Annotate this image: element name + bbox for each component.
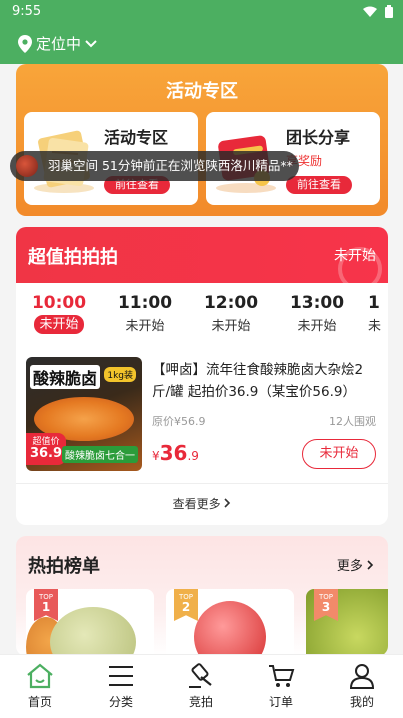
- product-name[interactable]: 【呷卤】流年往食酸辣脆卤大杂烩2斤/罐 起拍价36.9（某宝价56.9）: [152, 359, 378, 403]
- cart-icon: [269, 665, 295, 687]
- apple-image: [194, 601, 266, 656]
- time-slot-time: 10:00: [31, 293, 87, 313]
- tab-label: 订单: [268, 695, 293, 709]
- time-slots: 10:00 未开始 11:00 未开始 12:00 未开始 13:00 未开始 …: [16, 287, 388, 345]
- tab-profile[interactable]: 我的: [332, 663, 392, 710]
- hot-item[interactable]: TOP 3: [306, 589, 388, 656]
- avatar: [16, 155, 38, 177]
- time-slot-status: 未: [368, 319, 382, 334]
- list-icon: [109, 666, 133, 686]
- time-slot-time: 13:00: [289, 293, 345, 313]
- view-button[interactable]: 前往查看: [286, 176, 352, 194]
- chevron-right-icon: [224, 498, 231, 508]
- time-slot[interactable]: 13:00 未开始: [282, 293, 352, 334]
- time-slot[interactable]: 1 未: [368, 293, 388, 334]
- tab-orders[interactable]: 订单: [251, 663, 311, 710]
- home-icon: [27, 663, 53, 689]
- time-slot-time: 11:00: [117, 293, 173, 313]
- status-time: 9:55: [12, 4, 42, 19]
- price-tag: 超值价 36.9: [26, 433, 66, 465]
- rank-badge-number: 3: [321, 600, 331, 614]
- activity-card-title: 团长分享: [286, 128, 351, 147]
- time-slot-status: 未开始: [34, 315, 84, 334]
- time-slot-status: 未开始: [211, 319, 251, 334]
- divider: [16, 483, 388, 484]
- status-icons: [363, 5, 393, 18]
- view-more-label: 查看更多: [172, 497, 221, 511]
- time-slot-status: 未开始: [125, 319, 165, 334]
- price-tag-value: 36.9: [29, 446, 63, 461]
- tab-category[interactable]: 分类: [91, 663, 151, 710]
- activity-zone: 活动专区 活动专区 前往查看 团长分享 享奖励 前往查看: [16, 64, 388, 216]
- view-more-link[interactable]: 查看更多: [16, 495, 388, 512]
- app-header: 定位中: [0, 24, 403, 64]
- hot-item[interactable]: TOP 1: [26, 589, 154, 656]
- bid-status-button[interactable]: 未开始: [302, 439, 376, 469]
- time-slot[interactable]: 12:00 未开始: [196, 293, 266, 334]
- melon-image: [50, 607, 136, 656]
- tab-home[interactable]: 首页: [10, 663, 70, 710]
- price-integer: 36: [159, 441, 188, 465]
- chevron-down-icon: [85, 39, 97, 47]
- auction-section: 超值拍拍拍 未开始 10:00 未开始 11:00 未开始 12:00 未开始 …: [16, 227, 388, 525]
- tab-label: 首页: [27, 695, 52, 709]
- original-price: 原价¥56.9: [152, 415, 206, 428]
- bottom-tab-bar: 首页 分类 竞拍 订单 我的: [0, 654, 403, 718]
- battery-icon: [385, 5, 393, 18]
- time-slot-time: 12:00: [203, 293, 259, 313]
- chevron-right-icon: [367, 560, 374, 570]
- rank-badge-number: 2: [181, 600, 191, 614]
- hot-item[interactable]: TOP 2: [166, 589, 294, 656]
- tab-auction[interactable]: 竞拍: [171, 663, 231, 710]
- tab-label: 竞拍: [188, 695, 213, 709]
- tab-label: 我的: [349, 695, 374, 709]
- auction-status: 未开始: [334, 248, 376, 264]
- browsing-toast: 羽巢空间 51分钟前正在浏览陕西洛川精品**: [10, 151, 299, 181]
- user-icon: [349, 664, 375, 689]
- location-pin-icon: [18, 34, 32, 53]
- auction-title: 超值拍拍拍: [28, 247, 118, 268]
- product-image[interactable]: 酸辣脆卤 1kg装 超值价 36.9 酸辣脆卤七合一: [26, 357, 142, 471]
- product-image-badge: 1kg装: [104, 367, 136, 382]
- current-price: ¥36.9: [152, 441, 199, 465]
- wifi-icon: [363, 6, 377, 17]
- time-slot[interactable]: 11:00 未开始: [110, 293, 180, 334]
- product-image-tag: 酸辣脆卤七合一: [62, 446, 138, 463]
- time-slot-time: 1: [368, 293, 380, 313]
- rank-badge-number: 1: [41, 600, 51, 614]
- hot-list-section: 热拍榜单 更多 TOP 1 TOP 2 TOP 3: [16, 536, 388, 656]
- currency-symbol: ¥: [152, 449, 160, 463]
- activity-card-title: 活动专区: [104, 128, 169, 147]
- price-decimal: .9: [187, 449, 199, 463]
- activity-zone-title: 活动专区: [166, 81, 238, 102]
- time-slot-status: 未开始: [297, 319, 337, 334]
- toast-text: 羽巢空间 51分钟前正在浏览陕西洛川精品**: [48, 158, 293, 173]
- more-label: 更多: [336, 559, 363, 574]
- watcher-count: 12人围观: [329, 415, 376, 428]
- tab-label: 分类: [108, 695, 133, 709]
- gavel-icon: [189, 663, 212, 688]
- rank-badge: TOP 2: [174, 589, 198, 621]
- auction-header: 超值拍拍拍 未开始: [16, 227, 388, 291]
- hot-list-more-link[interactable]: 更多: [337, 555, 374, 574]
- hot-list-title: 热拍榜单: [28, 556, 100, 577]
- status-bar: 9:55: [0, 0, 403, 24]
- product-image-title: 酸辣脆卤: [30, 365, 101, 389]
- time-slot[interactable]: 10:00 未开始: [24, 293, 94, 334]
- location-label: 定位中: [36, 35, 82, 53]
- location-selector[interactable]: 定位中: [18, 33, 97, 54]
